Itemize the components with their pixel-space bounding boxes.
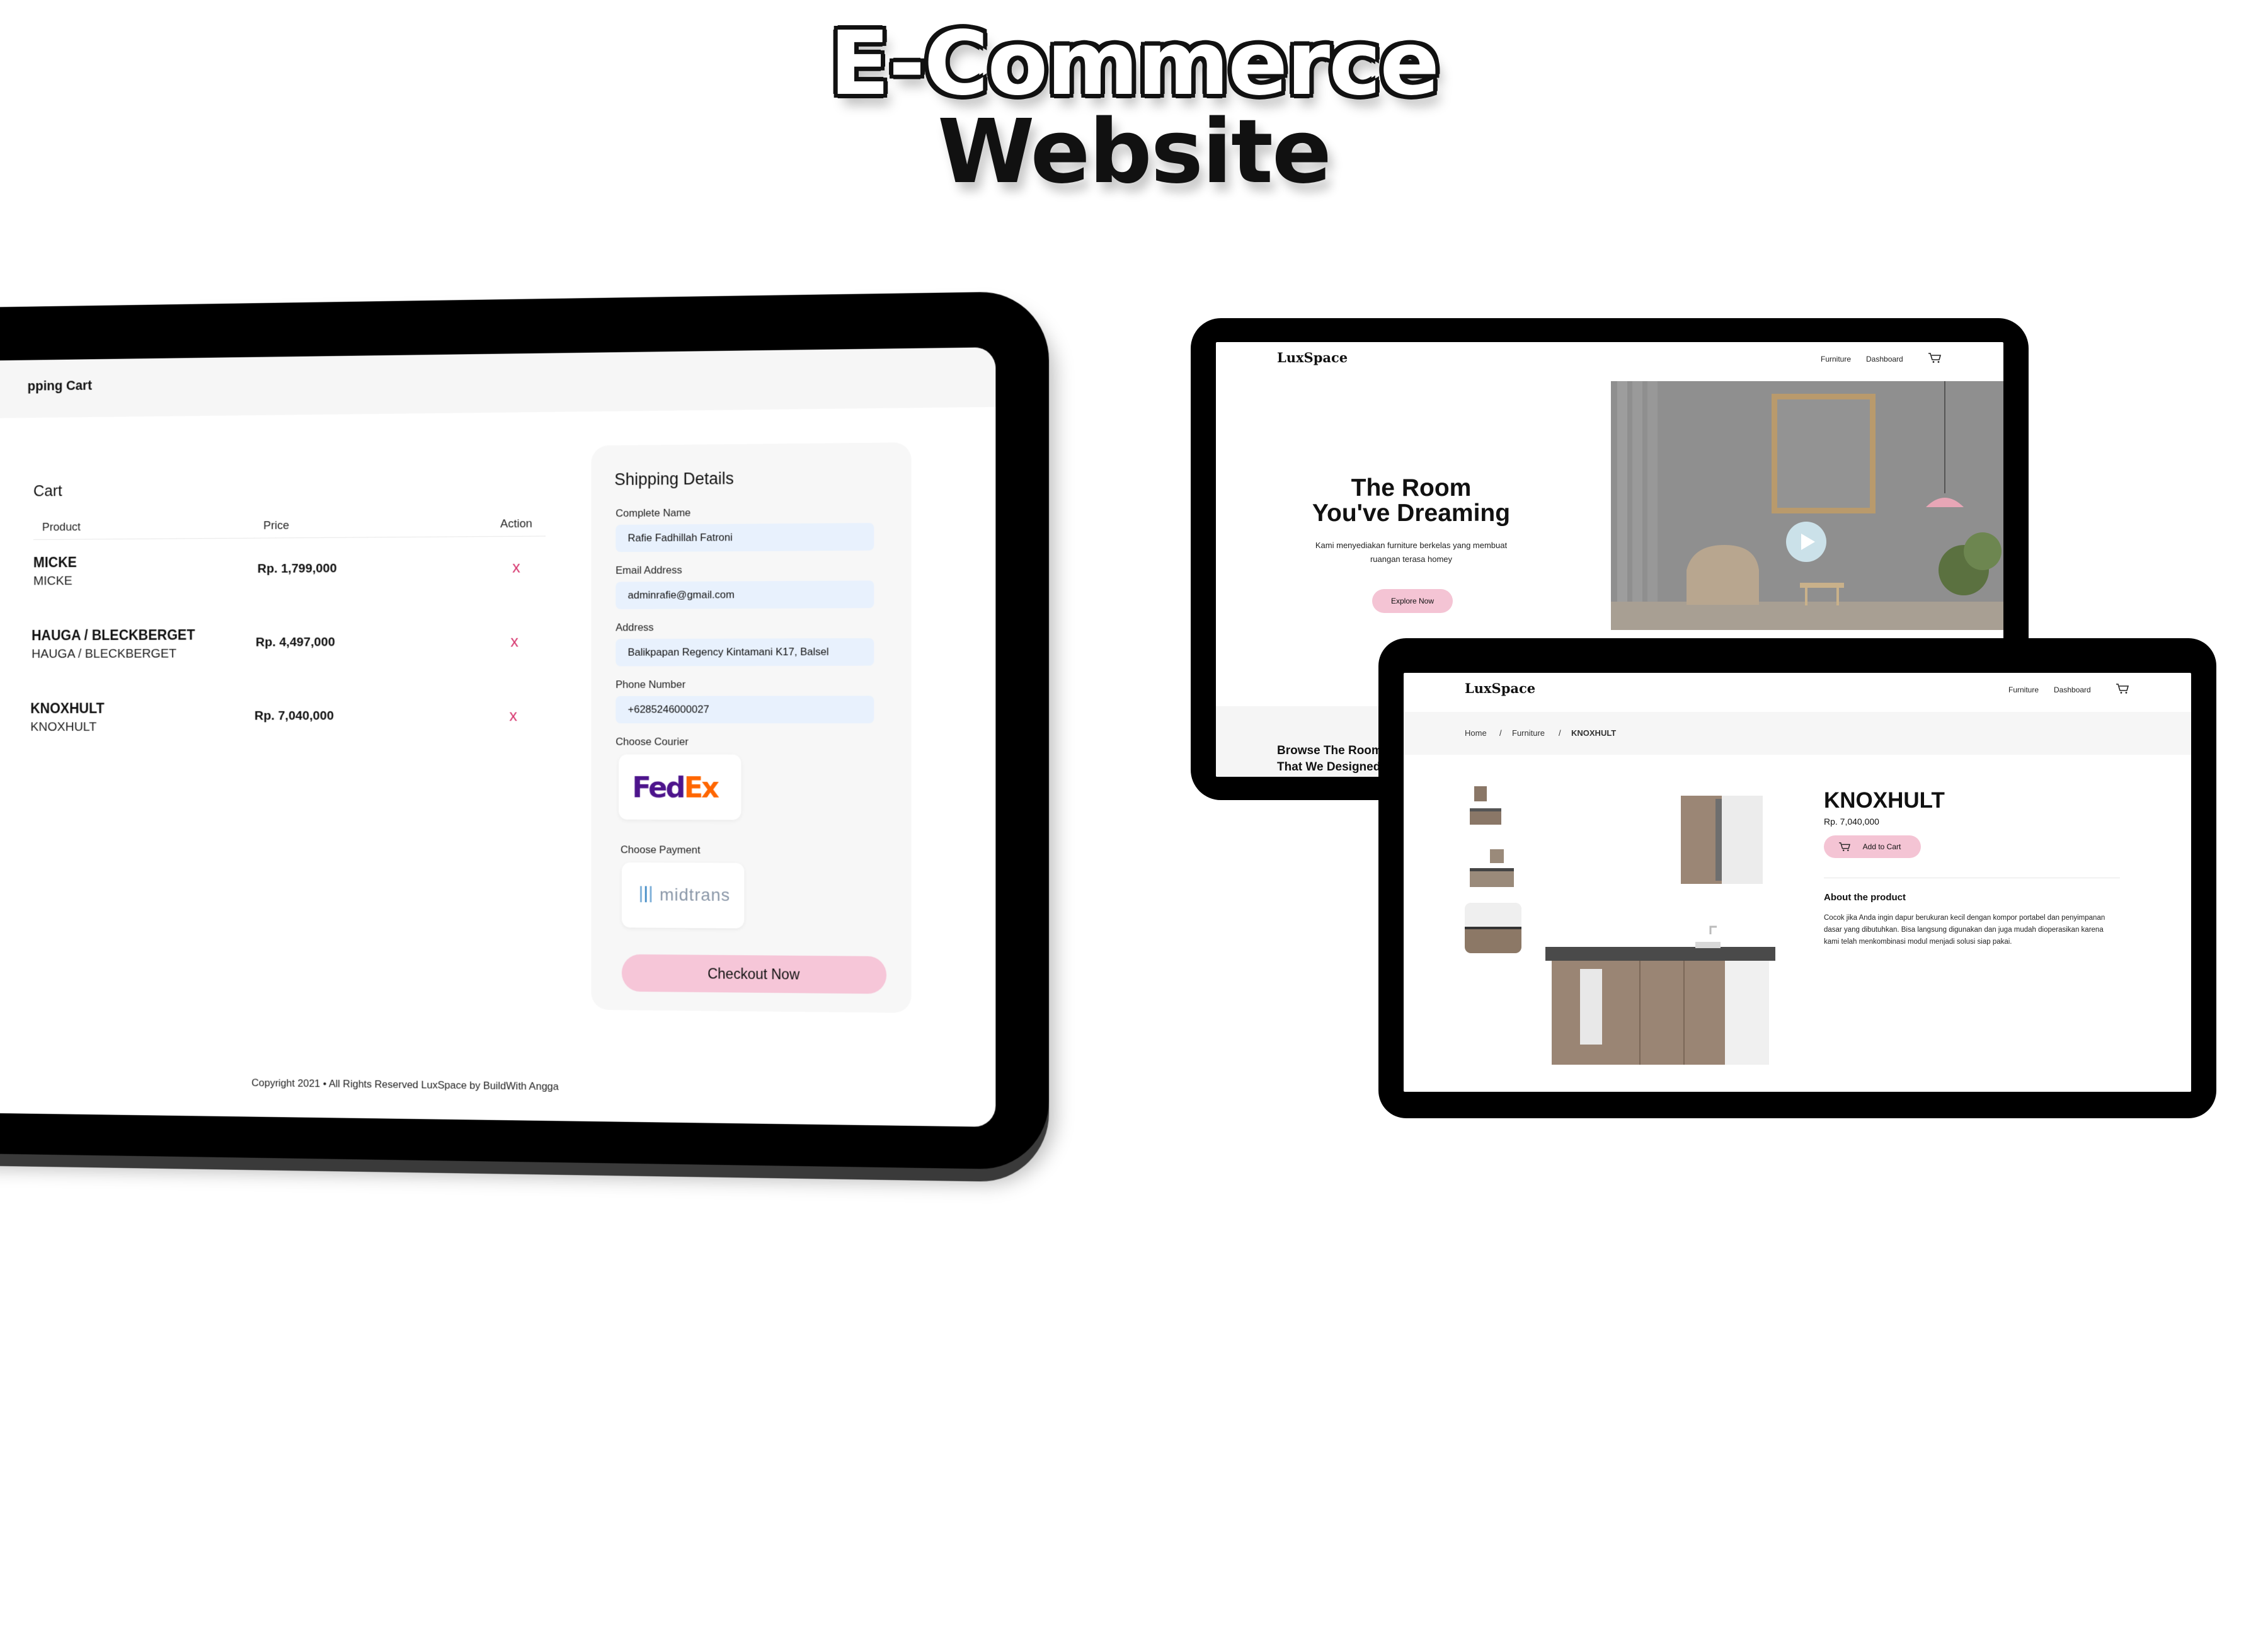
device-product: LuxSpace Furniture Dashboard Home / Furn… (1378, 638, 2216, 1118)
cart-row: HAUGA / BLECKBERGET HAUGA / BLECKBERGET … (32, 626, 518, 694)
cart-item-name: MICKE (33, 554, 77, 571)
cart-icon (1839, 842, 1850, 852)
cart-item-sub: HAUGA / BLECKBERGET (32, 646, 176, 662)
cart-icon[interactable] (1928, 352, 1942, 364)
about-product-title: About the product (1824, 892, 1906, 903)
cart-item-sub: KNOXHULT (30, 719, 97, 734)
column-header-price: Price (263, 519, 289, 532)
remove-item-button[interactable]: x (509, 706, 517, 725)
breadcrumb-separator: / (1559, 728, 1561, 738)
nav-furniture[interactable]: Furniture (1821, 355, 1851, 364)
complete-name-label: Complete Name (616, 507, 691, 520)
remove-item-button[interactable]: x (512, 558, 520, 576)
hero-title-line-1: E-Commerce (829, 13, 1440, 115)
remove-item-button[interactable]: x (510, 632, 518, 651)
cart-icon[interactable] (2116, 683, 2129, 694)
product-thumbnail[interactable] (1465, 783, 1521, 833)
luxspace-logo[interactable]: LuxSpace (1277, 350, 1348, 365)
address-label: Address (616, 621, 654, 634)
payment-option-midtrans[interactable]: midtrans (621, 862, 745, 929)
product-title: KNOXHULT (1824, 788, 1945, 813)
choose-courier-label: Choose Courier (616, 735, 689, 748)
cart-row: KNOXHULT KNOXHULT Rp. 7,040,000 x (30, 700, 517, 768)
shipping-details-card: Shipping Details Complete Name Email Add… (591, 442, 912, 1013)
tablet-cart-device: pping Cart Cart Product Price Action MIC… (0, 291, 1049, 1170)
email-field[interactable] (616, 580, 874, 609)
hero-title-line-2: Website (937, 101, 1332, 203)
living-room-illustration (1611, 381, 2003, 630)
cart-screen: pping Cart Cart Product Price Action MIC… (0, 347, 996, 1127)
phone-field[interactable] (616, 696, 874, 724)
product-screen: LuxSpace Furniture Dashboard Home / Furn… (1404, 673, 2191, 1092)
cart-footer-copyright: Copyright 2021 • All Rights Reserved Lux… (251, 1077, 559, 1093)
explore-now-button[interactable]: Explore Now (1372, 589, 1453, 613)
product-thumbnail[interactable] (1465, 903, 1521, 953)
cart-header-divider (33, 536, 546, 541)
luxspace-logo[interactable]: LuxSpace (1465, 680, 1535, 696)
nav-dashboard[interactable]: Dashboard (1866, 355, 1903, 364)
cart-item-name: KNOXHULT (30, 700, 105, 716)
add-to-cart-button[interactable]: Add to Cart (1824, 835, 1921, 858)
complete-name-field[interactable] (616, 523, 874, 553)
add-to-cart-label: Add to Cart (1862, 842, 1901, 851)
checkout-now-button[interactable]: Checkout Now (621, 954, 887, 994)
home-hero-subtitle: Kami menyediakan furniture berkelas yang… (1315, 541, 1508, 564)
product-thumbnail[interactable] (1465, 843, 1521, 893)
cart-item-name: HAUGA / BLECKBERGET (32, 627, 195, 644)
column-header-product: Product (42, 520, 81, 534)
phone-label: Phone Number (616, 679, 686, 690)
about-product-text: Cocok jika Anda ingin dapur berukuran ke… (1824, 914, 2105, 946)
product-main-image (1545, 796, 1775, 1065)
breadcrumb-home[interactable]: Home (1465, 728, 1487, 738)
courier-option-fedex[interactable]: FedEx (619, 754, 742, 820)
cart-item-price: Rp. 4,497,000 (255, 634, 335, 650)
cart-item-sub: MICKE (33, 573, 72, 588)
breadcrumb-separator: / (1499, 728, 1502, 738)
shipping-details-title: Shipping Details (614, 469, 734, 489)
browse-heading: Browse The Room That We Designed (1277, 744, 1382, 774)
breadcrumb-furniture[interactable]: Furniture (1512, 728, 1545, 738)
home-hero-title: The Room You've Dreaming (1312, 474, 1511, 527)
cart-item-price: Rp. 1,799,000 (257, 561, 337, 576)
home-hero-image (1611, 381, 2003, 630)
breadcrumb-current: KNOXHULT (1571, 728, 1617, 738)
cart-heading: Cart (33, 481, 62, 500)
email-label: Email Address (616, 564, 682, 576)
nav-dashboard[interactable]: Dashboard (2054, 685, 2091, 694)
cart-row: MICKE MICKE Rp. 1,799,000 x (33, 551, 520, 621)
choose-payment-label: Choose Payment (620, 844, 701, 856)
address-field[interactable] (616, 638, 874, 667)
column-header-action: Action (500, 517, 532, 531)
fedex-logo: FedEx (632, 770, 718, 805)
cart-item-price: Rp. 7,040,000 (254, 708, 334, 723)
product-price: Rp. 7,040,000 (1824, 816, 1879, 827)
midtrans-bars-icon (639, 886, 656, 903)
nav-furniture[interactable]: Furniture (2008, 685, 2039, 694)
cart-topbar: pping Cart (0, 347, 996, 419)
midtrans-logo: midtrans (639, 885, 730, 905)
cart-topbar-title: pping Cart (27, 377, 92, 394)
